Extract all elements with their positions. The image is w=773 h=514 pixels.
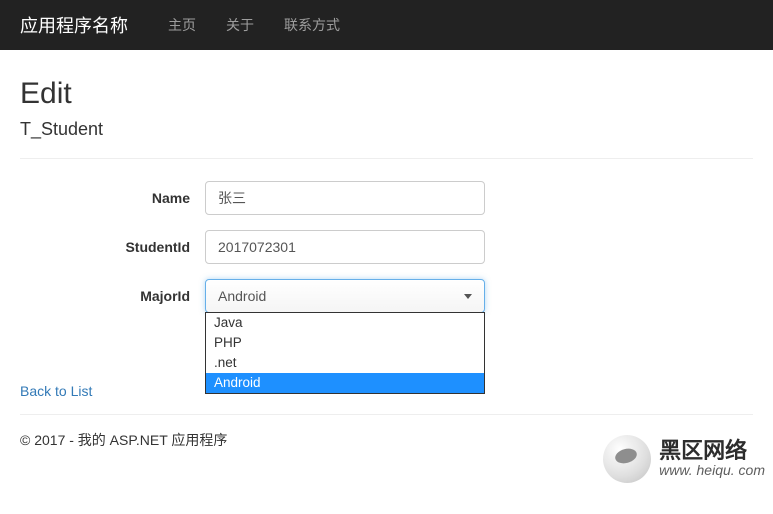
divider xyxy=(20,158,753,159)
select-majorid-wrap: Android Java PHP .net Android xyxy=(205,279,485,313)
row-majorid: MajorId Android Java PHP .net Android xyxy=(20,279,753,313)
label-majorid: MajorId xyxy=(20,288,205,304)
option-php[interactable]: PHP xyxy=(206,333,484,353)
chevron-down-icon xyxy=(464,294,472,299)
select-majorid-value: Android xyxy=(218,288,266,304)
dropdown-majorid: Java PHP .net Android xyxy=(205,312,485,394)
navbar: 应用程序名称 主页 关于 联系方式 xyxy=(0,0,773,50)
watermark-text: 黑区网络 www. heiqu. com xyxy=(659,439,765,479)
mushroom-icon xyxy=(603,435,651,483)
option-android[interactable]: Android xyxy=(206,373,484,393)
footer-text: © 2017 - 我的 ASP.NET 应用程序 xyxy=(20,432,227,448)
watermark: 黑区网络 www. heiqu. com xyxy=(603,435,765,483)
input-studentid[interactable] xyxy=(205,230,485,264)
nav-about[interactable]: 关于 xyxy=(211,15,269,35)
back-to-list-link[interactable]: Back to List xyxy=(20,383,92,399)
row-name: Name xyxy=(20,181,753,215)
main-container: Edit T_Student Name StudentId MajorId An… xyxy=(0,50,773,471)
input-name[interactable] xyxy=(205,181,485,215)
select-majorid[interactable]: Android xyxy=(205,279,485,313)
option-java[interactable]: Java xyxy=(206,313,484,333)
nav-contact[interactable]: 联系方式 xyxy=(269,15,355,35)
nav-home[interactable]: 主页 xyxy=(153,15,211,35)
label-name: Name xyxy=(20,190,205,206)
row-studentid: StudentId xyxy=(20,230,753,264)
page-title: Edit xyxy=(20,77,753,111)
app-brand[interactable]: 应用程序名称 xyxy=(15,12,133,38)
watermark-line1: 黑区网络 xyxy=(659,439,765,463)
page-subtitle: T_Student xyxy=(20,119,753,140)
watermark-line2: www. heiqu. com xyxy=(659,463,765,478)
label-studentid: StudentId xyxy=(20,239,205,255)
option-dotnet[interactable]: .net xyxy=(206,353,484,373)
